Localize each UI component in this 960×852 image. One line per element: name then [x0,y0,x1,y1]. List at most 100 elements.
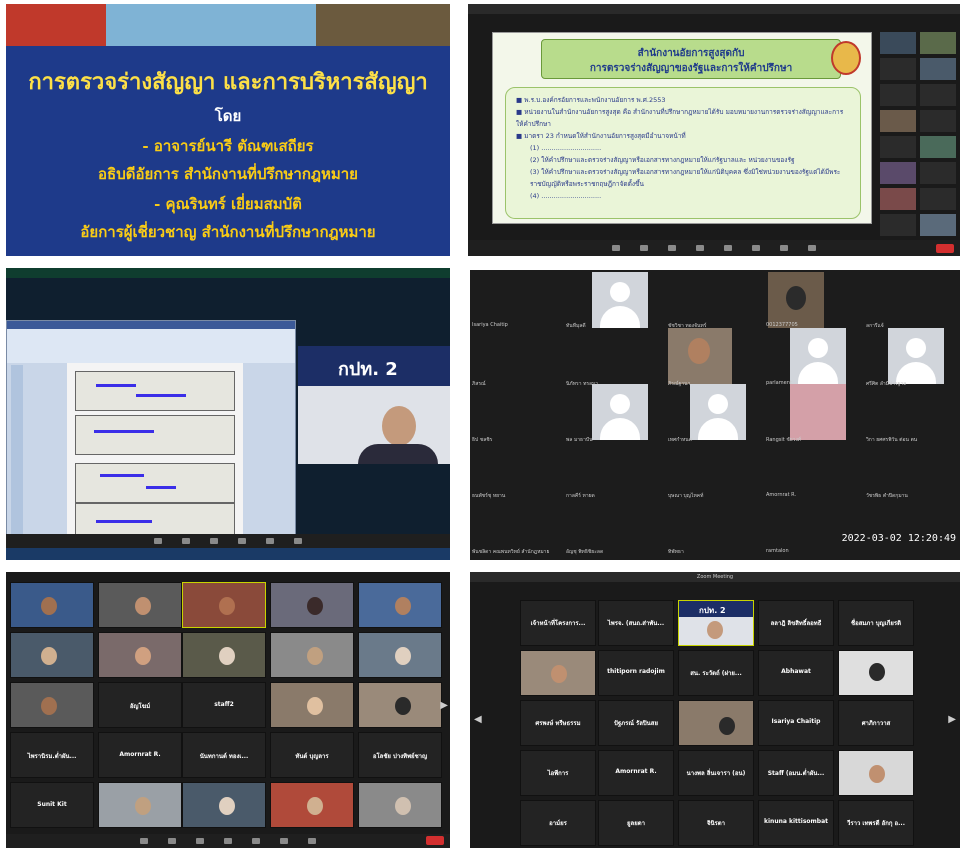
participant-video[interactable] [358,582,442,628]
share-screen-icon[interactable] [752,245,760,251]
record-icon[interactable] [308,838,316,844]
participant-tile[interactable] [880,214,916,236]
security-icon[interactable] [668,245,676,251]
participant-tile[interactable]: ปัฐภรณ์ รัลปินสย [598,700,674,746]
participant-tile[interactable]: ไอพีการ [520,750,596,796]
participant-tile[interactable] [920,58,956,80]
participant-video[interactable] [768,272,824,328]
participant-tile[interactable] [920,110,956,132]
participant-tile[interactable]: Staff (อมน.ต่ำผัน... [758,750,834,796]
participant-tile[interactable]: ศรพงษ์ ทรีษธรรม [520,700,596,746]
participant-video[interactable] [182,782,266,828]
participant-tile[interactable] [880,84,916,106]
word-ribbon[interactable] [7,329,295,363]
participant-tile[interactable]: นันทกานต์ ทองเ... [182,732,266,778]
share-screen-icon[interactable] [280,838,288,844]
participant-video[interactable] [270,582,354,628]
participant-tile[interactable]: Amornrat R. [598,750,674,796]
video-icon[interactable] [168,838,176,844]
participant-video[interactable] [358,782,442,828]
avatar-placeholder[interactable] [888,328,944,384]
video-icon[interactable] [182,538,190,544]
participant-tile[interactable] [920,32,956,54]
participant-tile[interactable]: เจ้าหน้าที่โครงการ... [520,600,596,646]
participant-video[interactable] [520,650,596,696]
participant-tile[interactable]: Amornrat R. [98,732,182,778]
participant-tile[interactable] [920,188,956,210]
participant-tile[interactable]: จินิรตา [678,800,754,846]
participant-tile[interactable]: Isariya Chaitip [758,700,834,746]
participant-video[interactable] [182,632,266,678]
security-icon[interactable] [196,838,204,844]
record-icon[interactable] [780,245,788,251]
participant-video[interactable] [10,632,94,678]
participant-tile[interactable] [880,58,916,80]
mute-icon[interactable] [154,538,162,544]
chat-icon[interactable] [238,538,246,544]
avatar-placeholder[interactable] [592,384,648,440]
participant-video[interactable] [668,328,732,384]
participant-video[interactable] [270,632,354,678]
participant-tile[interactable]: ไพรานิรม.ต่ำผัน... [10,732,94,778]
participant-tile[interactable]: thitiporn radojim [598,650,674,696]
participant-video[interactable] [358,632,442,678]
participant-video[interactable] [98,582,182,628]
participants-icon[interactable] [210,538,218,544]
share-screen-icon[interactable] [266,538,274,544]
participant-video[interactable] [358,682,442,728]
participant-tile[interactable]: ชื่อสมภา บุญเกียรติ [838,600,914,646]
participant-tile[interactable] [880,110,916,132]
participant-tile[interactable]: ทันต์ บุญลาร [270,732,354,778]
participant-video[interactable] [98,782,182,828]
next-page-arrow-icon[interactable]: ▶ [440,700,448,711]
participant-tile[interactable]: staff2 [182,682,266,728]
participant-tile[interactable]: kinuna kittisombat [758,800,834,846]
avatar-placeholder[interactable] [690,384,746,440]
participant-tile[interactable]: ลลาฎิ ลิขสิทธิ์ลอทธี [758,600,834,646]
participant-tile[interactable]: ไพรจ. (สนถ.ส่าพัน... [598,600,674,646]
avatar-placeholder[interactable] [592,272,648,328]
avatar-placeholder[interactable] [790,328,846,384]
participant-video[interactable] [270,782,354,828]
participant-video[interactable] [182,582,266,628]
participant-tile[interactable]: อัญโฆม์ [98,682,182,728]
presenter-video[interactable]: กปท. 2 [678,600,754,646]
participant-tile[interactable]: อโลชัย ปางทิพย์ชาญ [358,732,442,778]
participant-tile[interactable]: นางพล ลิ่นเจารา (อน) [678,750,754,796]
participant-tile[interactable] [920,136,956,158]
side-toolbar[interactable] [11,365,23,545]
participants-icon[interactable] [224,838,232,844]
participant-video[interactable] [270,682,354,728]
participant-tile[interactable]: ศาภิกาวาส [838,700,914,746]
chat-icon[interactable] [252,838,260,844]
chat-icon[interactable] [724,245,732,251]
participant-video[interactable] [10,582,94,628]
record-icon[interactable] [294,538,302,544]
end-meeting-button[interactable] [936,244,954,253]
participant-tile[interactable] [880,32,916,54]
reactions-icon[interactable] [808,245,816,251]
participants-icon[interactable] [696,245,704,251]
participant-video[interactable] [678,700,754,746]
participant-tile[interactable] [920,214,956,236]
end-meeting-button[interactable] [426,836,444,845]
next-page-arrow-icon[interactable]: ▶ [948,714,956,725]
participant-tile[interactable] [920,162,956,184]
mute-icon[interactable] [612,245,620,251]
participant-tile[interactable]: Abhawat [758,650,834,696]
participant-video[interactable] [790,384,846,440]
participant-video[interactable] [98,632,182,678]
participant-video[interactable] [838,650,914,696]
participant-tile[interactable] [880,162,916,184]
participant-tile[interactable] [880,188,916,210]
participant-video[interactable] [10,682,94,728]
participant-tile[interactable]: วีราว เทพรดี อักกุ อ... [838,800,914,846]
participant-video[interactable] [838,750,914,796]
participant-tile[interactable] [920,84,956,106]
participant-tile[interactable] [880,136,916,158]
participant-tile[interactable]: Sunit Kit [10,782,94,828]
video-icon[interactable] [640,245,648,251]
participant-tile[interactable]: ยูลยดา [598,800,674,846]
mute-icon[interactable] [140,838,148,844]
participant-tile[interactable]: สน. ระวัตถ์ (ฝาย... [678,650,754,696]
